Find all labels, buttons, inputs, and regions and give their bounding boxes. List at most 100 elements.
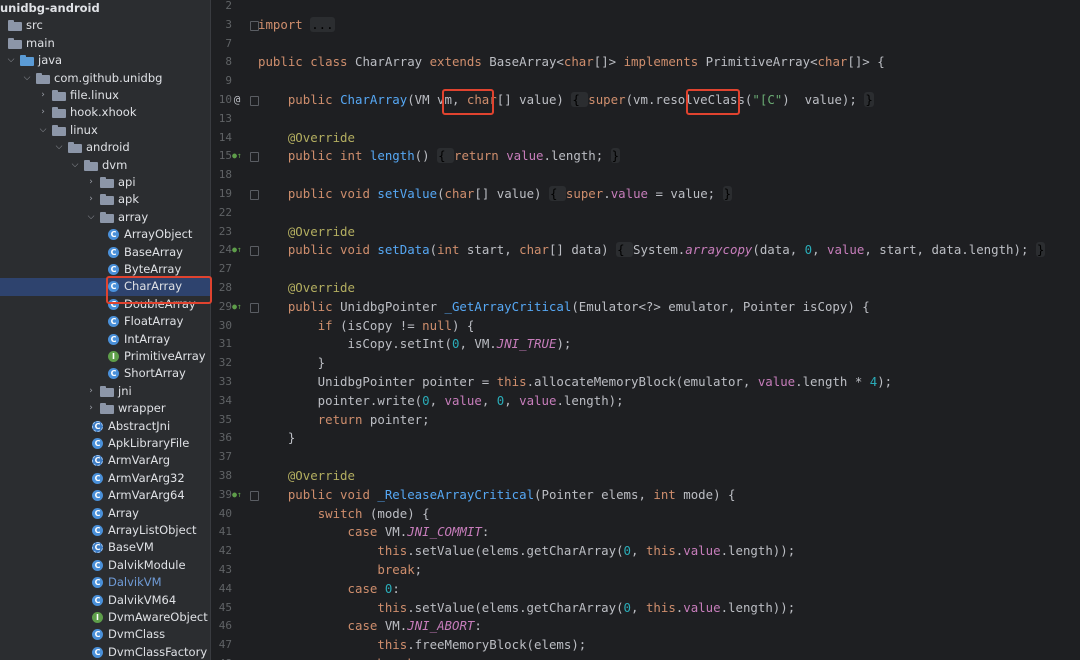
annotation-gutter-icon[interactable]: @: [230, 91, 244, 110]
tree-item-main[interactable]: main: [0, 35, 210, 52]
tree-item-java[interactable]: ⌵ java: [0, 52, 210, 69]
chevron-down-icon[interactable]: ⌵: [86, 209, 96, 226]
tree-item-dvm[interactable]: ⌵ dvm: [0, 157, 210, 174]
code-line[interactable]: 3 import ...: [210, 16, 1080, 35]
code-line[interactable]: 9: [210, 72, 1080, 91]
tree-item-armvararg32[interactable]: C ArmVarArg32: [0, 470, 210, 487]
tree-item-file-linux[interactable]: › file.linux: [0, 87, 210, 104]
tree-item-jni[interactable]: › jni: [0, 383, 210, 400]
code-token: :: [392, 580, 400, 596]
code-line[interactable]: 30 if (isCopy != null) {: [210, 317, 1080, 336]
tree-item-armvararg64[interactable]: C ArmVarArg64: [0, 487, 210, 504]
code-line[interactable]: 39 ●↑ public void _ReleaseArrayCritical(P…: [210, 486, 1080, 505]
override-gutter-icon[interactable]: ●↑: [230, 241, 244, 260]
tree-item-dalvikmodule[interactable]: C DalvikModule: [0, 557, 210, 574]
tree-item-hook-xhook[interactable]: › hook.xhook: [0, 104, 210, 121]
code-line[interactable]: 7: [210, 35, 1080, 54]
tree-item-apk[interactable]: › apk: [0, 191, 210, 208]
code-line[interactable]: 15 ●↑ public int length() { return value.…: [210, 147, 1080, 166]
tree-item-armvararg[interactable]: C ArmVarArg: [0, 452, 210, 469]
code-line[interactable]: 48 break;: [210, 655, 1080, 660]
folder-icon: [8, 37, 22, 49]
code-line[interactable]: 27: [210, 260, 1080, 279]
override-gutter-icon[interactable]: ●↑: [230, 486, 244, 505]
code-line[interactable]: 24 ●↑ public void setData(int start, char…: [210, 241, 1080, 260]
code-editor[interactable]: 2 3 import ... 7 8 public class CharArray ext…: [210, 0, 1080, 660]
tree-item-intarray[interactable]: C IntArray: [0, 331, 210, 348]
code-line[interactable]: 45 this.setValue(elems.getCharArray(0, t…: [210, 599, 1080, 618]
code-line[interactable]: 38 @Override: [210, 467, 1080, 486]
tree-item-dvmawareobject[interactable]: I DvmAwareObject: [0, 609, 210, 626]
tree-item-unidbg-android[interactable]: unidbg-android: [0, 0, 210, 17]
code-line[interactable]: 22: [210, 204, 1080, 223]
tree-item-api[interactable]: › api: [0, 174, 210, 191]
code-line[interactable]: 31 isCopy.setInt(0, VM.JNI_TRUE);: [210, 335, 1080, 354]
chevron-down-icon[interactable]: ⌵: [22, 70, 32, 87]
tree-item-dvmclassfactory[interactable]: C DvmClassFactory: [0, 644, 210, 660]
code-line[interactable]: 47 this.freeMemoryBlock(elems);: [210, 636, 1080, 655]
tree-item-com-github-unidbg[interactable]: ⌵ com.github.unidbg: [0, 70, 210, 87]
chevron-right-icon[interactable]: ›: [86, 400, 96, 417]
code-line[interactable]: 23 @Override: [210, 223, 1080, 242]
code-line[interactable]: 8 public class CharArray extends BaseArra…: [210, 53, 1080, 72]
code-line[interactable]: 37: [210, 448, 1080, 467]
chevron-right-icon[interactable]: ›: [38, 87, 48, 104]
code-line[interactable]: 43 break;: [210, 561, 1080, 580]
code-line[interactable]: 18: [210, 166, 1080, 185]
tree-item-array[interactable]: ⌵ array: [0, 209, 210, 226]
tree-item-arraylistobject[interactable]: C ArrayListObject: [0, 522, 210, 539]
code-line[interactable]: 32 }: [210, 354, 1080, 373]
tree-item-floatarray[interactable]: C FloatArray: [0, 313, 210, 330]
code-line[interactable]: 41 case VM.JNI_COMMIT:: [210, 523, 1080, 542]
code-line[interactable]: 29 ●↑ public UnidbgPointer _GetArrayCriti…: [210, 298, 1080, 317]
tree-item-src[interactable]: src: [0, 17, 210, 34]
chevron-down-icon[interactable]: ⌵: [54, 139, 64, 156]
code-line[interactable]: 36 }: [210, 429, 1080, 448]
code-line[interactable]: 33 UnidbgPointer pointer = this.allocate…: [210, 373, 1080, 392]
tree-item-dalvikvm[interactable]: C DalvikVM: [0, 574, 210, 591]
code-line[interactable]: 42 this.setValue(elems.getCharArray(0, t…: [210, 542, 1080, 561]
code-line[interactable]: 14 @Override: [210, 129, 1080, 148]
chevron-down-icon[interactable]: ⌵: [70, 157, 80, 174]
code-text: public class CharArray extends BaseArray…: [258, 53, 885, 72]
code-line[interactable]: 34 pointer.write(0, value, 0, value.leng…: [210, 392, 1080, 411]
code-line[interactable]: 35 return pointer;: [210, 411, 1080, 430]
code-line[interactable]: 46 case VM.JNI_ABORT:: [210, 617, 1080, 636]
tree-item-abstractjni[interactable]: C AbstractJni: [0, 418, 210, 435]
code-line[interactable]: 19 public void setValue(char[] value) { …: [210, 185, 1080, 204]
tree-item-label: src: [26, 18, 43, 33]
tree-item-basearray[interactable]: C BaseArray: [0, 244, 210, 261]
tree-item-wrapper[interactable]: › wrapper: [0, 400, 210, 417]
chevron-right-icon[interactable]: ›: [86, 174, 96, 191]
code-line[interactable]: 10 @ public CharArray(VM vm, char[] value…: [210, 91, 1080, 110]
tree-item-basevm[interactable]: C BaseVM: [0, 539, 210, 556]
code-line[interactable]: 28 @Override: [210, 279, 1080, 298]
tree-item-android[interactable]: ⌵ android: [0, 139, 210, 156]
tree-item-dalvikvm64[interactable]: C DalvikVM64: [0, 592, 210, 609]
folder-icon: [100, 177, 114, 188]
tree-item-linux[interactable]: ⌵ linux: [0, 122, 210, 139]
chevron-right-icon[interactable]: ›: [38, 104, 48, 121]
override-gutter-icon[interactable]: ●↑: [230, 298, 244, 317]
line-number: 44: [218, 581, 232, 595]
code-line[interactable]: 44 case 0:: [210, 580, 1080, 599]
chevron-down-icon[interactable]: ⌵: [6, 52, 16, 69]
chevron-right-icon[interactable]: ›: [86, 383, 96, 400]
code-token: "[C": [752, 92, 783, 107]
tree-item-dvmclass[interactable]: C DvmClass: [0, 626, 210, 643]
chevron-down-icon[interactable]: ⌵: [38, 122, 48, 139]
code-token: (isCopy !=: [340, 317, 423, 333]
code-line[interactable]: 40 switch (mode) {: [210, 505, 1080, 524]
code-text: public void setValue(char[] value) { sup…: [258, 185, 733, 204]
override-gutter-icon[interactable]: ●↑: [230, 147, 244, 166]
line-number: 10: [218, 93, 232, 106]
tree-item-primitivearray[interactable]: I PrimitiveArray: [0, 348, 210, 365]
chevron-right-icon[interactable]: ›: [86, 191, 96, 208]
tree-item-array[interactable]: C Array: [0, 505, 210, 522]
tree-item-apklibraryfile[interactable]: C ApkLibraryFile: [0, 435, 210, 452]
tree-item-arrayobject[interactable]: C ArrayObject: [0, 226, 210, 243]
code-line[interactable]: 2: [210, 0, 1080, 16]
tree-item-shortarray[interactable]: C ShortArray: [0, 365, 210, 382]
code-line[interactable]: 13: [210, 110, 1080, 129]
